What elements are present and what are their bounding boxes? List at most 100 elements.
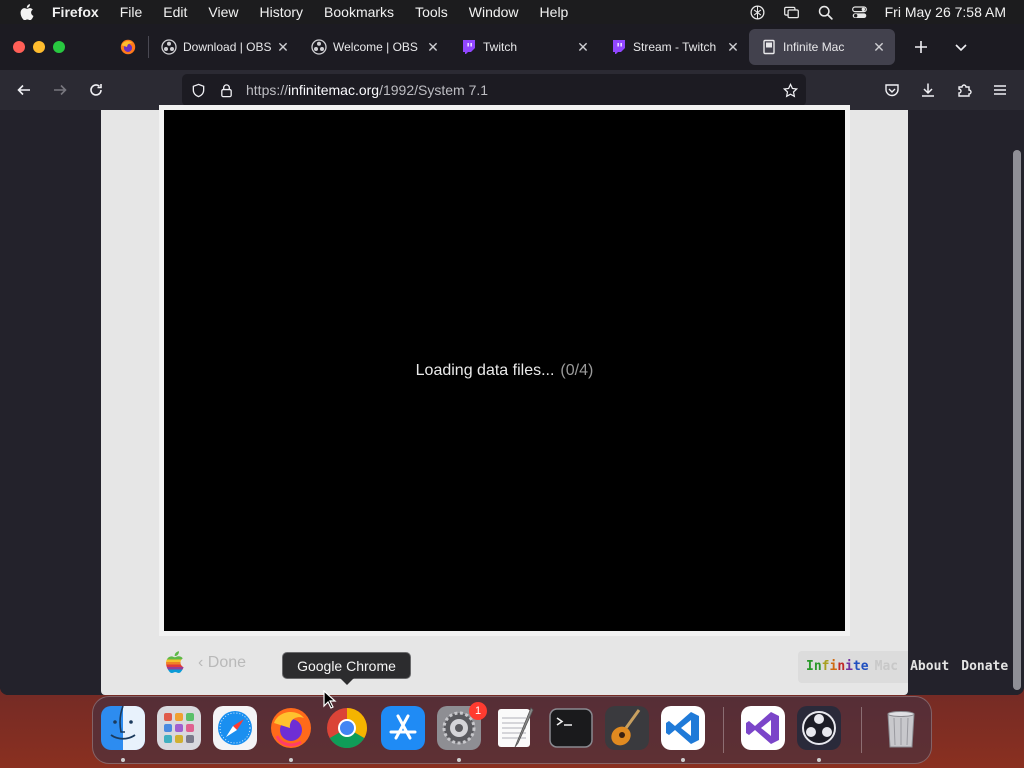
forward-button[interactable]: [42, 74, 78, 106]
pocket-button[interactable]: [874, 74, 910, 106]
menu-file[interactable]: File: [109, 4, 153, 20]
reload-icon: [90, 84, 102, 96]
window-controls: [0, 41, 108, 53]
brand-letter: e: [860, 659, 869, 674]
url-path: /1992/System 7.1: [379, 82, 489, 98]
dock-tooltip-text: Google Chrome: [297, 657, 396, 674]
lock-icon[interactable]: [212, 83, 240, 98]
search-icon[interactable]: [809, 4, 843, 21]
done-button[interactable]: ‹ Done: [198, 654, 246, 672]
tab-twitch[interactable]: Twitch ✕: [449, 29, 599, 65]
tab-close-icon[interactable]: ✕: [275, 39, 291, 56]
dock-separator: [861, 707, 862, 753]
visual-studio-icon: [741, 706, 785, 750]
dock-app-store[interactable]: [381, 706, 425, 750]
menu-app-firefox[interactable]: Firefox: [52, 4, 109, 20]
firefox-icon: [271, 708, 311, 748]
dock-running-indicator: [289, 758, 293, 762]
navigation-toolbar: https://infinitemac.org/1992/System 7.1: [0, 70, 1024, 110]
brand-letter: n: [813, 659, 822, 674]
back-button[interactable]: [6, 74, 42, 106]
textedit-icon: [498, 707, 534, 748]
obs-icon: [797, 706, 841, 750]
dock-separator: [723, 707, 724, 753]
list-all-tabs-button[interactable]: [941, 29, 981, 65]
tab-close-icon[interactable]: ✕: [871, 39, 887, 56]
chevron-down-icon: [955, 44, 967, 52]
about-link[interactable]: About: [910, 659, 949, 674]
menu-tools[interactable]: Tools: [405, 4, 459, 20]
tab-close-icon[interactable]: ✕: [725, 39, 741, 56]
dock-running-indicator: [817, 758, 821, 762]
menu-button[interactable]: [982, 74, 1018, 106]
tab-bar: Download | OBS ✕ Welcome | OBS ✕ Twitch …: [0, 24, 1024, 70]
page-content: Loading data files... (0/4) ‹ Done: [0, 105, 1024, 695]
bookmark-star-icon[interactable]: [774, 82, 806, 98]
tab-close-icon[interactable]: ✕: [425, 39, 441, 56]
page-scrollbar[interactable]: [1013, 150, 1021, 690]
tab-download-obs[interactable]: Download | OBS ✕: [149, 29, 299, 65]
url-text[interactable]: https://infinitemac.org/1992/System 7.1: [246, 82, 488, 98]
tab-welcome-obs[interactable]: Welcome | OBS ✕: [299, 29, 449, 65]
plus-icon: [915, 41, 927, 53]
dock-running-indicator: [681, 758, 685, 762]
downloads-button[interactable]: [910, 74, 946, 106]
dock-garageband[interactable]: [605, 706, 649, 750]
finder-icon: [101, 706, 145, 750]
control-center-icon[interactable]: [843, 4, 877, 21]
dock-textedit[interactable]: [493, 706, 537, 750]
window-close-button[interactable]: [13, 41, 25, 53]
dock-launchpad[interactable]: [157, 706, 201, 750]
infinite-mac-footer: Infinite Mac About Donate: [806, 659, 1008, 674]
menu-edit[interactable]: Edit: [153, 4, 198, 20]
pinned-tab-firefox[interactable]: [108, 29, 148, 65]
donate-link[interactable]: Donate: [961, 659, 1008, 674]
dock-firefox[interactable]: [269, 706, 313, 750]
dock-safari[interactable]: [213, 706, 257, 750]
dock-obs[interactable]: [797, 706, 841, 750]
menu-bar: Firefox File Edit View History Bookmarks…: [0, 0, 1024, 24]
brand-letter: t: [852, 659, 861, 674]
pocket-icon: [885, 84, 899, 97]
loading-progress: (0/4): [560, 362, 594, 379]
extensions-button[interactable]: [946, 74, 982, 106]
dock-trash[interactable]: [879, 706, 923, 750]
screen-mirroring-icon[interactable]: [775, 4, 809, 21]
tab-infinite-mac[interactable]: Infinite Mac ✕: [749, 29, 895, 65]
tab-close-icon[interactable]: ✕: [575, 39, 591, 56]
tab-label: Download | OBS: [183, 40, 272, 54]
emulator-screen[interactable]: Loading data files... (0/4): [159, 105, 850, 636]
menu-window[interactable]: Window: [458, 4, 529, 20]
apple-menu[interactable]: [0, 4, 52, 20]
tab-stream-twitch[interactable]: Stream - Twitch ✕: [599, 29, 749, 65]
menu-history[interactable]: History: [249, 4, 314, 20]
safari-icon: [213, 706, 257, 750]
window-minimize-button[interactable]: [33, 41, 45, 53]
dock-tooltip: Google Chrome: [282, 652, 411, 685]
dock-terminal[interactable]: [549, 706, 593, 750]
dock-google-chrome[interactable]: [325, 706, 369, 750]
menu-bookmarks[interactable]: Bookmarks: [314, 4, 405, 20]
scrollbar-thumb[interactable]: [1013, 150, 1021, 690]
dock: 1: [92, 696, 932, 764]
notification-badge: 1: [469, 702, 487, 720]
dock-finder[interactable]: [101, 706, 145, 750]
toolbar-right: [874, 74, 1018, 106]
dock-visual-studio[interactable]: [741, 706, 785, 750]
window-zoom-button[interactable]: [53, 41, 65, 53]
dock-visual-studio-code[interactable]: [661, 706, 705, 750]
tab-label: Infinite Mac: [783, 40, 845, 54]
tracking-protection-icon[interactable]: [184, 83, 212, 98]
apple-icon: [20, 4, 33, 20]
openai-icon[interactable]: [741, 4, 775, 21]
menubar-clock[interactable]: Fri May 26 7:58 AM: [885, 4, 1006, 20]
menu-help[interactable]: Help: [529, 4, 579, 20]
menu-view[interactable]: View: [198, 4, 249, 20]
brand-logo[interactable]: Infinite Mac: [806, 659, 898, 674]
url-bar[interactable]: https://infinitemac.org/1992/System 7.1: [182, 74, 806, 106]
reload-button[interactable]: [78, 74, 114, 106]
new-tab-button[interactable]: [901, 29, 941, 65]
hamburger-icon: [994, 85, 1006, 95]
dock-running-indicator: [121, 758, 125, 762]
terminal-icon: [549, 708, 593, 748]
